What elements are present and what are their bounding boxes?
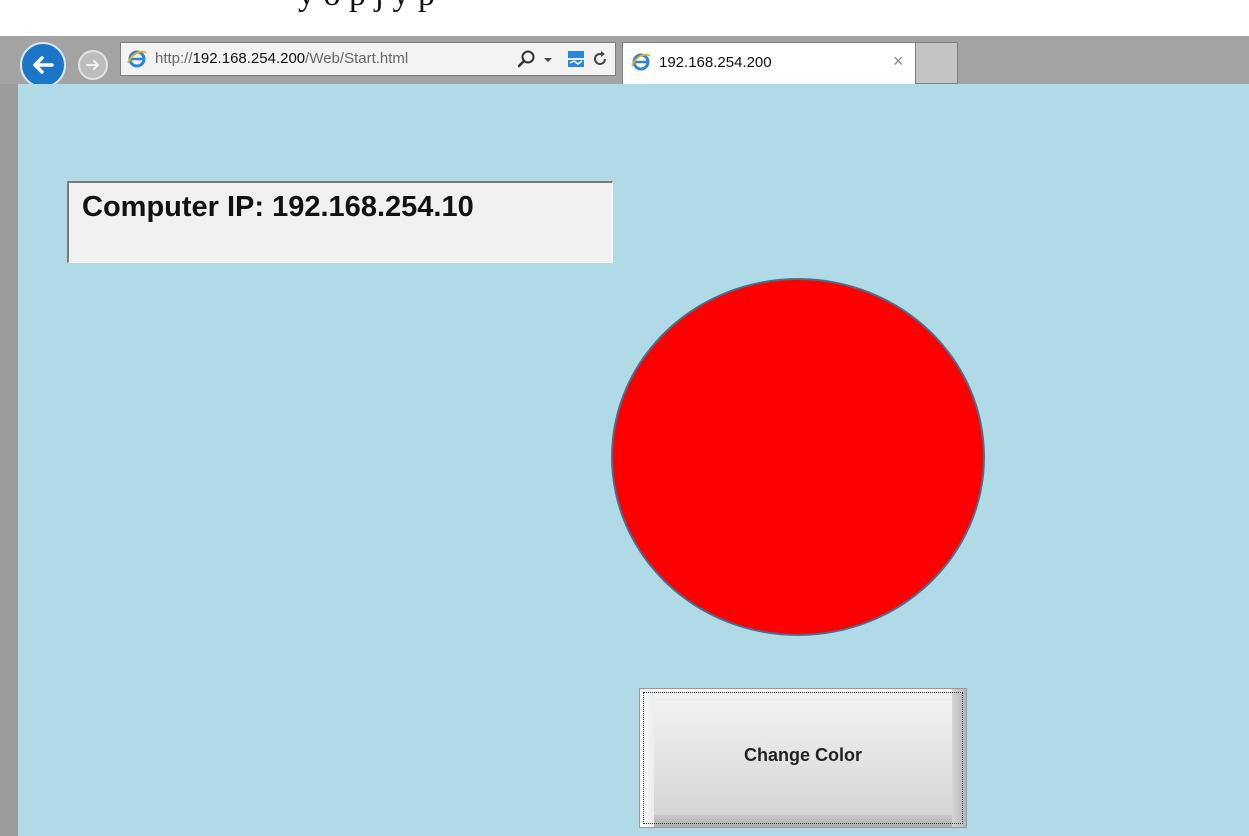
new-tab-button[interactable] <box>916 42 958 84</box>
ip-display: Computer IP: 192.168.254.10 <box>67 181 613 263</box>
url-text[interactable]: http://192.168.254.200/Web/Start.html <box>155 50 408 67</box>
url-prefix: http:// <box>155 50 193 67</box>
refresh-icon[interactable] <box>591 50 609 68</box>
tab-current[interactable]: 192.168.254.200 × <box>622 42 916 84</box>
page-viewport: Computer IP: 192.168.254.10 Change Color <box>18 84 1249 836</box>
forward-button[interactable] <box>78 50 108 80</box>
close-icon[interactable]: × <box>893 51 904 72</box>
url-host: 192.168.254.200 <box>192 50 306 67</box>
search-icon[interactable] <box>517 49 537 69</box>
forward-icon <box>86 60 99 70</box>
ip-label: Computer IP: 192.168.254.10 <box>82 191 474 223</box>
change-color-button[interactable]: Change Color <box>639 688 967 828</box>
tab-title: 192.168.254.200 <box>659 54 772 71</box>
page-caption-text: y o p j y p <box>298 0 435 14</box>
url-path: /Web/Start.html <box>305 50 409 67</box>
change-color-label: Change Color <box>743 745 862 765</box>
browser-toolbar: http://192.168.254.200/Web/Start.html 19… <box>0 36 1249 88</box>
address-bar[interactable]: http://192.168.254.200/Web/Start.html <box>120 42 616 76</box>
back-button[interactable] <box>20 42 66 88</box>
ie-icon <box>631 53 651 71</box>
ie-icon <box>127 50 147 68</box>
compatibility-icon[interactable] <box>567 50 585 68</box>
back-icon <box>33 56 54 74</box>
dropdown-icon[interactable] <box>541 51 555 67</box>
page-caption-fragment: y o p j y p <box>0 0 1249 36</box>
status-indicator-circle <box>611 278 985 636</box>
browser-window: http://192.168.254.200/Web/Start.html 19… <box>0 36 1249 836</box>
